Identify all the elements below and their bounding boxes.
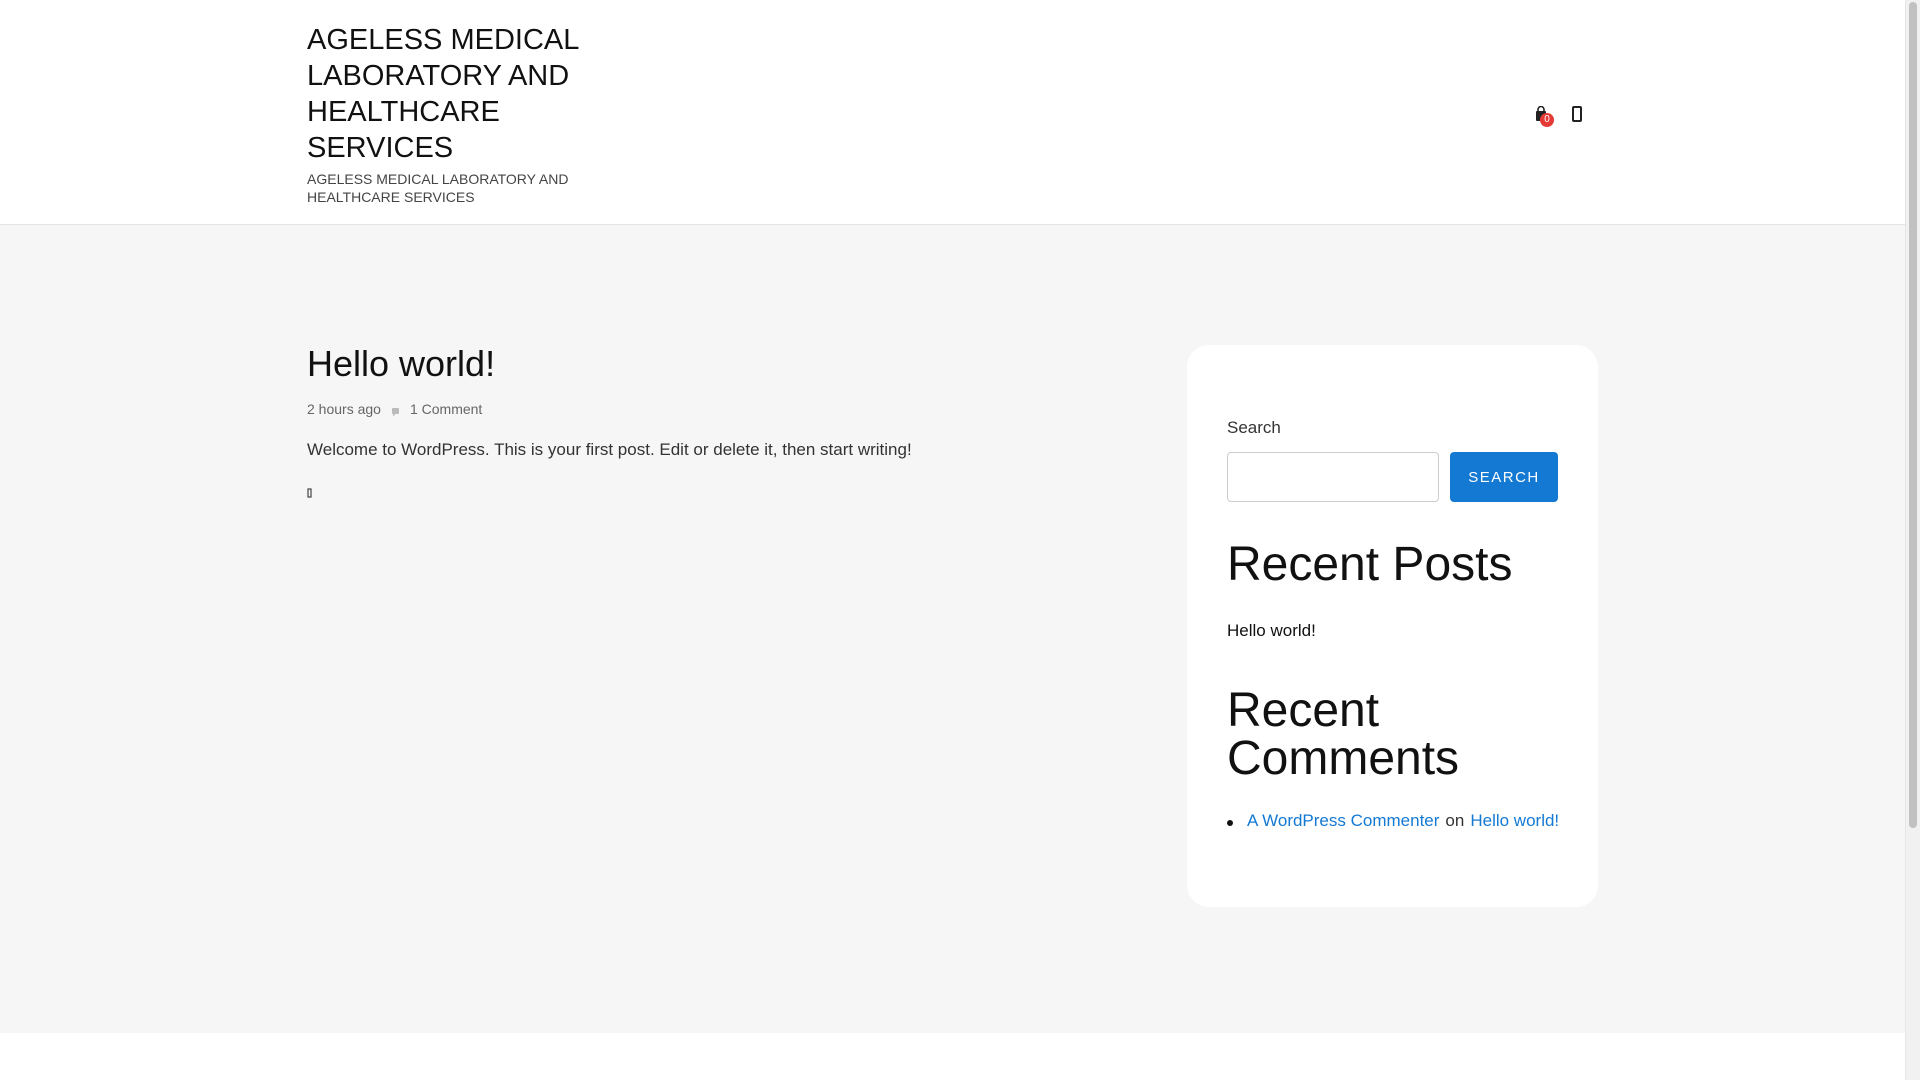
- footer: [0, 1033, 1905, 1080]
- cart-button[interactable]: 0: [1528, 98, 1554, 134]
- comment-on-text: on: [1445, 811, 1465, 830]
- search-button[interactable]: SEARCH: [1450, 452, 1558, 502]
- post-meta: 2 hours ago 1 Comment: [307, 401, 1167, 417]
- scrollbar-track[interactable]: [1905, 0, 1920, 1080]
- recent-comment-item: A WordPress Commenter on Hello world!: [1227, 811, 1559, 831]
- post-title[interactable]: Hello world!: [307, 340, 1167, 388]
- recent-post-link[interactable]: Hello world!: [1227, 621, 1316, 641]
- user-account-button[interactable]: [1564, 98, 1590, 134]
- site-branding: AGELESS MEDICAL LABORATORY AND HEALTHCAR…: [307, 22, 607, 206]
- site-title[interactable]: AGELESS MEDICAL LABORATORY AND HEALTHCAR…: [307, 22, 607, 166]
- search-input[interactable]: [1227, 452, 1439, 502]
- recent-posts-heading: Recent Posts: [1227, 538, 1513, 591]
- post-date[interactable]: 2 hours ago: [307, 401, 381, 417]
- site-description: AGELESS MEDICAL LABORATORY AND HEALTHCAR…: [307, 171, 569, 205]
- site-header: AGELESS MEDICAL LABORATORY AND HEALTHCAR…: [0, 0, 1905, 225]
- comment-author-link[interactable]: A WordPress Commenter: [1247, 811, 1439, 831]
- bullet-icon: [1227, 819, 1233, 826]
- comment-post-link[interactable]: Hello world!: [1470, 811, 1559, 831]
- post-comments-link[interactable]: 1 Comment: [410, 401, 482, 417]
- cart-count-badge: 0: [1540, 113, 1554, 127]
- recent-comments-heading: Recent Comments: [1227, 684, 1460, 785]
- arrow-right-icon[interactable]: [307, 486, 333, 500]
- user-icon: [1572, 105, 1582, 127]
- sidebar-card: Search SEARCH Recent Posts Hello world! …: [1187, 345, 1598, 907]
- search-label: Search: [1227, 418, 1281, 437]
- scrollbar-thumb[interactable]: [1909, 2, 1917, 828]
- header-actions: 0: [1528, 98, 1590, 134]
- comment-icon: [391, 404, 400, 417]
- post-excerpt: Welcome to WordPress. This is your first…: [307, 440, 912, 459]
- post-article: Hello world! 2 hours ago 1 Comment Welco…: [307, 340, 1167, 500]
